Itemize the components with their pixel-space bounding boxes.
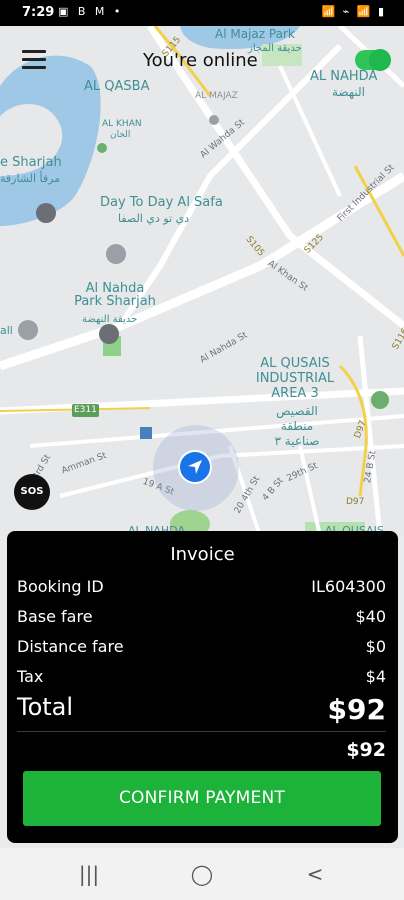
status-bar: 7:29 ▣ B M • 📶 ⌁ 📶 ▮ [0,0,404,26]
invoice-row-value: $40 [355,607,386,626]
map-label-d97-lower: D97 [346,497,365,507]
total-value: $92 [327,693,386,726]
invoice-panel: Invoice Booking ID IL604300 Base fare $4… [7,531,398,843]
invoice-row-distance-fare: Distance fare $0 [17,637,386,659]
invoice-row-label: Tax [17,667,44,686]
sos-button[interactable]: SOS [14,474,50,510]
confirm-payment-button[interactable]: CONFIRM PAYMENT [23,771,381,826]
invoice-title: Invoice [170,544,235,565]
map-label-al-qusais-ar: القصيص منطقة صناعية ٣ [274,404,320,448]
map-label-day-to-day-ar: دي تو دي الصفا [118,212,190,225]
invoice-row-base-fare: Base fare $40 [17,607,386,629]
invoice-row-value: $0 [365,637,386,656]
invoice-row-value: $4 [365,667,386,686]
menu-icon[interactable] [22,50,46,70]
map-label-e-sharjah: e Sharjah [0,155,62,170]
map-label-al-khan-ar: الخان [110,130,131,140]
map-label-al-qusais: AL QUSAIS INDUSTRIAL AREA 3 [255,356,335,401]
signal-battery-icons: 📶 ⌁ 📶 ▮ [321,5,386,18]
invoice-row-label: Booking ID [17,577,104,596]
home-icon[interactable]: ◯ [187,862,217,886]
map-label-al-majaz-park: Al Majaz Park [215,27,295,41]
invoice-divider [17,731,386,732]
invoice-row-total: Total $92 [17,693,386,726]
invoice-row-label: Distance fare [17,637,124,656]
invoice-row-booking-id: Booking ID IL604300 [17,577,386,599]
map-label-e311: E311 [72,404,99,417]
online-toggle[interactable] [355,49,391,71]
online-status-text: You're online [143,50,258,71]
map-label-al-nahda: AL NAHDA [310,69,378,84]
system-navigation-bar: ||| ◯ < [0,848,404,900]
map-label-all: all [0,324,13,337]
back-icon[interactable]: < [300,862,330,886]
map-label-al-nahda-park-ar: حديقة النهضة [82,314,138,325]
invoice-row-tax: Tax $4 [17,667,386,689]
recent-apps-icon[interactable]: ||| [74,862,104,886]
invoice-row-value: IL604300 [311,577,386,596]
notification-icons: ▣ B M • [58,5,124,18]
map-label-al-majaz: AL MAJAZ [195,91,238,101]
total-label: Total [17,693,74,721]
map-label-al-qasba: AL QASBA [84,79,150,94]
final-amount: $92 [346,739,386,761]
map-label-al-nahda-park: Al Nahda Park Sharjah [74,281,156,309]
map-label-day-to-day: Day To Day Al Safa [100,195,223,210]
map-view[interactable]: Al Majaz Park حديقة المجاز AL QASBA AL N… [0,26,404,536]
current-location-icon [178,450,212,484]
invoice-row-label: Base fare [17,607,93,626]
map-label-al-nahda-ar: النهضة [332,85,365,99]
status-time: 7:29 [22,5,55,20]
map-label-e-sharjah-ar: مرفأ الشارقة [0,172,61,185]
